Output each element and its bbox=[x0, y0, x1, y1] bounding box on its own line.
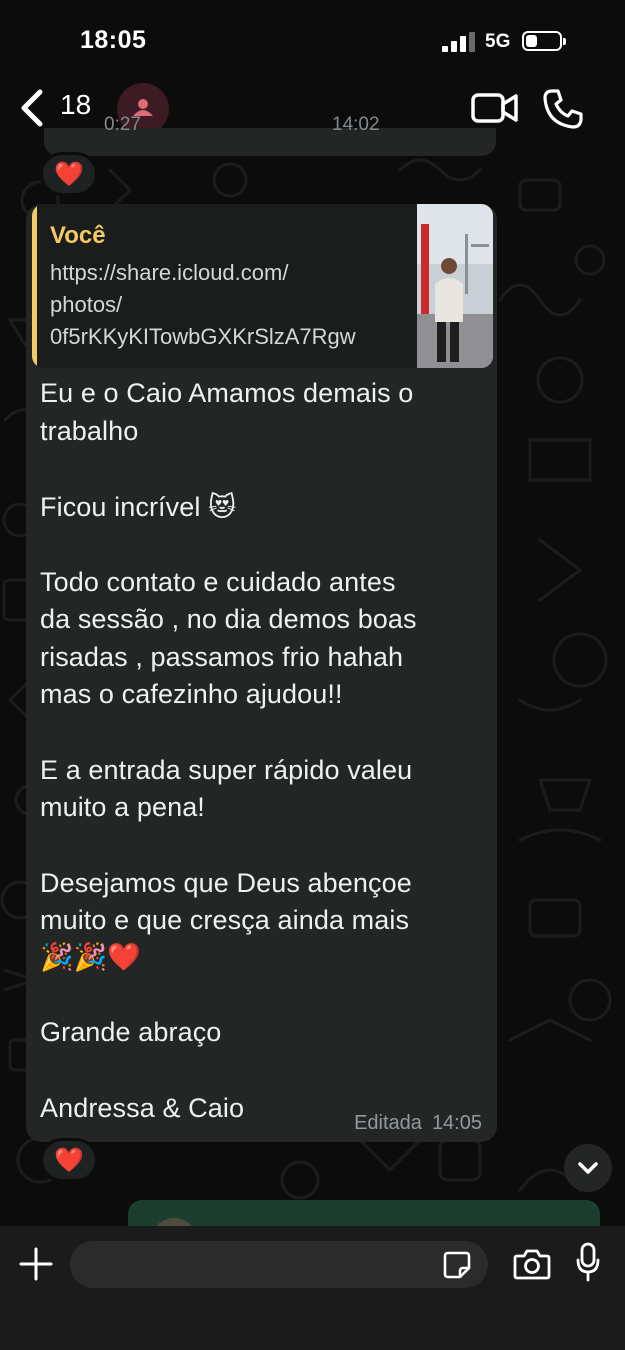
message-input[interactable] bbox=[70, 1241, 488, 1288]
battery-level bbox=[526, 35, 537, 47]
message-text-line: E a entrada super rápido valeu bbox=[40, 755, 413, 785]
message-text-line: Andressa & Caio bbox=[40, 1093, 245, 1123]
camera-icon[interactable] bbox=[513, 1248, 551, 1280]
battery-icon bbox=[522, 31, 566, 51]
chevron-left-icon[interactable] bbox=[16, 88, 46, 128]
message-text-line: risadas , passamos frio hahah bbox=[40, 642, 404, 672]
quote-line: 0f5rKKyKITowbGXKrSlzA7Rgw bbox=[50, 324, 356, 349]
quote-author: Você bbox=[50, 222, 106, 249]
status-bar: 18:05 5G bbox=[0, 0, 625, 80]
heart-reaction: ❤️ bbox=[54, 1146, 84, 1174]
message-text-line: muito e que cresça ainda mais bbox=[40, 905, 410, 935]
previous-message-time-left: 0:27 bbox=[104, 114, 141, 135]
quoted-message[interactable]: Você https://share.icloud.com/ photos/ 0… bbox=[32, 204, 493, 368]
message-text-line: mas o cafezinho ajudou!! bbox=[40, 679, 343, 709]
message-text-line: trabalho bbox=[40, 416, 139, 446]
message-text-line: da sessão , no dia demos boas bbox=[40, 604, 417, 634]
unread-count[interactable]: 18 bbox=[60, 89, 91, 121]
message-text-line: Todo contato e cuidado antes bbox=[40, 567, 396, 597]
previous-message-time-right: 14:02 bbox=[332, 114, 380, 135]
message-text-line: Desejamos que Deus abençoe bbox=[40, 868, 412, 898]
chevron-down-icon bbox=[578, 1162, 598, 1174]
phone-icon[interactable] bbox=[542, 88, 584, 130]
message-time: 14:05 bbox=[431, 1112, 482, 1134]
signal-strength-icon bbox=[442, 32, 476, 52]
message-meta: Editada 14:05 bbox=[354, 1112, 482, 1135]
previous-message-bubble[interactable]: 0:27 14:02 bbox=[44, 114, 496, 156]
message-text-line: 🎉🎉❤️ bbox=[40, 942, 142, 972]
message-text-line: muito a pena! bbox=[40, 792, 205, 822]
network-type: 5G bbox=[485, 31, 511, 52]
reaction-badge[interactable]: ❤️ bbox=[40, 152, 98, 196]
quote-accent-bar bbox=[32, 204, 37, 368]
plus-icon[interactable] bbox=[18, 1246, 54, 1282]
microphone-icon[interactable] bbox=[576, 1242, 600, 1284]
message-text-line: Grande abraço bbox=[40, 1017, 222, 1047]
message-bubble[interactable]: Você https://share.icloud.com/ photos/ 0… bbox=[26, 204, 497, 1142]
chat-screen: 18:05 5G 18 0:27 14:02 ❤️ Você https://s… bbox=[0, 0, 625, 1350]
edited-label: Editada bbox=[354, 1112, 422, 1134]
status-time: 18:05 bbox=[80, 26, 147, 54]
message-text-line: Eu e o Caio Amamos demais o bbox=[40, 378, 414, 408]
reaction-badge[interactable]: ❤️ bbox=[40, 1138, 98, 1182]
photo-thumbnail[interactable] bbox=[417, 204, 493, 368]
sticker-icon[interactable] bbox=[443, 1251, 471, 1279]
video-camera-icon[interactable] bbox=[471, 90, 519, 126]
message-composer bbox=[0, 1226, 625, 1350]
message-text-line: Ficou incrível 😻 bbox=[40, 492, 237, 522]
scroll-to-bottom-button[interactable] bbox=[564, 1144, 612, 1192]
quote-line: photos/ bbox=[50, 292, 123, 317]
heart-reaction: ❤️ bbox=[54, 160, 84, 188]
quote-line: https://share.icloud.com/ bbox=[50, 260, 289, 285]
